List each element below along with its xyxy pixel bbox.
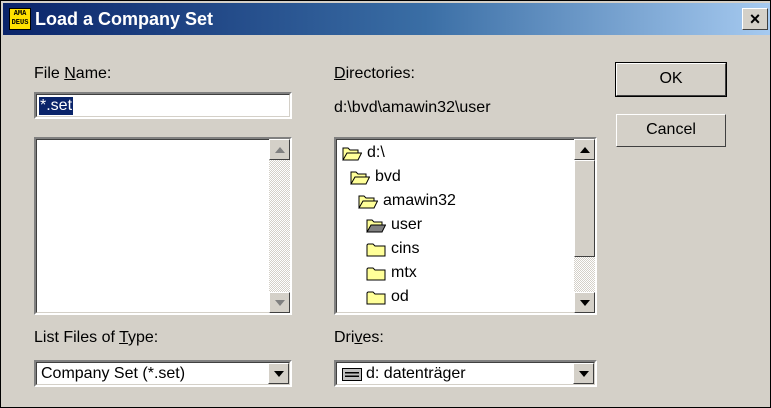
directory-item-label: d:\ — [367, 144, 385, 161]
file-list-scroll-up-button[interactable] — [269, 139, 290, 160]
directory-item-label: user — [391, 216, 423, 233]
directory-item[interactable]: bvd — [350, 166, 401, 188]
directory-item[interactable]: amawin32 — [358, 190, 456, 212]
cancel-button[interactable]: Cancel — [616, 114, 726, 147]
file-list[interactable] — [34, 137, 292, 315]
drives-value: d: datenträger — [366, 365, 466, 382]
closed-folder-icon — [366, 291, 386, 304]
directory-scroll-thumb[interactable] — [574, 160, 595, 257]
close-button[interactable]: × — [742, 8, 768, 30]
directory-item-label: cins — [391, 240, 420, 257]
directory-scroll-up-button[interactable] — [574, 139, 595, 160]
directory-item-label: bvd — [375, 168, 401, 185]
directory-item[interactable]: cins — [366, 238, 419, 260]
load-company-set-dialog: AMA DEUS Load a Company Set × File Name: … — [0, 0, 771, 408]
file-list-scrollbar[interactable] — [269, 139, 290, 313]
closed-folder-icon — [366, 243, 386, 256]
directory-item[interactable]: od — [366, 286, 409, 308]
directories-label: Directories: — [334, 65, 415, 82]
drives-select[interactable]: d: datenträger — [334, 360, 597, 387]
open-folder-icon — [342, 147, 362, 160]
drives-label: Drives: — [334, 329, 384, 346]
open-folder-icon — [358, 195, 378, 208]
directory-scroll-down-button[interactable] — [574, 292, 595, 313]
scroll-up-arrow-icon — [579, 146, 590, 153]
directory-item-label: od — [391, 288, 409, 305]
directory-item-label: mtx — [391, 264, 417, 281]
chevron-down-icon — [273, 370, 284, 377]
open-folder-icon — [366, 219, 386, 232]
file-name-value: *.set — [39, 97, 74, 115]
file-name-label: File Name: — [34, 65, 112, 82]
closed-folder-icon — [366, 267, 386, 280]
file-name-input[interactable]: *.set — [34, 92, 292, 119]
file-type-label: List Files of Type: — [34, 329, 159, 346]
amadeus-app-icon: AMA DEUS — [9, 8, 31, 30]
directory-item[interactable]: user — [366, 214, 422, 236]
file-type-select[interactable]: Company Set (*.set) — [34, 360, 292, 387]
directory-list[interactable]: d:\ bvd amawin32 user cins mtx od — [334, 137, 597, 315]
ok-button[interactable]: OK — [615, 62, 727, 97]
directory-list-scrollbar[interactable] — [574, 139, 595, 313]
directory-item-label: amawin32 — [383, 192, 456, 209]
directory-item[interactable]: mtx — [366, 262, 417, 284]
scroll-down-arrow-icon — [579, 299, 590, 306]
scroll-down-arrow-icon — [274, 299, 285, 306]
file-list-scroll-down-button[interactable] — [269, 292, 290, 313]
chevron-down-icon — [578, 370, 589, 377]
open-folder-icon — [350, 171, 370, 184]
file-type-dropdown-button[interactable] — [268, 363, 289, 384]
directory-item[interactable]: d:\ — [342, 142, 385, 164]
current-directory-path: d:\bvd\amawin32\user — [334, 99, 491, 116]
hard-drive-icon — [342, 368, 362, 381]
drives-dropdown-button[interactable] — [573, 363, 594, 384]
file-type-value: Company Set (*.set) — [41, 365, 186, 382]
scroll-up-arrow-icon — [274, 146, 285, 153]
dialog-title: Load a Company Set — [35, 9, 214, 29]
title-bar[interactable]: AMA DEUS Load a Company Set × — [3, 3, 770, 35]
